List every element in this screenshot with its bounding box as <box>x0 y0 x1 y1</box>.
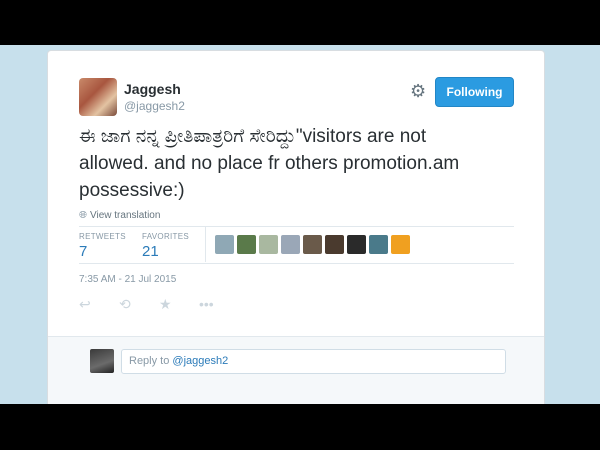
favoriter-avatar[interactable] <box>369 235 388 254</box>
favorite-icon[interactable]: ★ <box>159 296 199 313</box>
tweet-card: Jaggesh @jaggesh2 ⚙ Following ಈ ಜಾಗ ನನ್ನ… <box>47 50 545 404</box>
view-translation-label: View translation <box>90 210 161 221</box>
favoriter-avatar[interactable] <box>325 235 344 254</box>
globe-icon: 🌐︎ <box>79 210 87 221</box>
divider <box>79 263 514 264</box>
user-handle[interactable]: @jaggesh2 <box>124 99 185 113</box>
gear-icon[interactable]: ⚙ <box>410 82 426 100</box>
reply-mention: @jaggesh2 <box>172 355 229 367</box>
reply-icon[interactable]: ↩ <box>79 296 119 313</box>
reply-prefix: Reply to <box>129 355 173 367</box>
favorites-count[interactable]: 21 <box>142 243 159 260</box>
favoriter-avatar[interactable] <box>215 235 234 254</box>
following-button[interactable]: Following <box>435 77 514 107</box>
tweet-text: ಈ ಜಾಗ ನನ್ನ ಪ್ರೀತಿಪಾತ್ರರಿಗೆ ಸೇರಿದ್ದು"visi… <box>79 126 460 201</box>
user-name[interactable]: Jaggesh <box>124 81 181 97</box>
more-icon[interactable]: ••• <box>199 296 239 313</box>
favoriter-avatar[interactable] <box>259 235 278 254</box>
retweets-count[interactable]: 7 <box>79 243 87 260</box>
favoriter-avatar[interactable] <box>347 235 366 254</box>
reply-box: Reply to @jaggesh2 <box>48 336 544 404</box>
avatar[interactable] <box>79 78 117 116</box>
favoriter-avatar[interactable] <box>237 235 256 254</box>
retweet-icon[interactable]: ⟲ <box>119 296 159 313</box>
retweets-label[interactable]: RETWEETS <box>79 232 126 241</box>
favorites-label[interactable]: FAVORITES <box>142 232 189 241</box>
timestamp[interactable]: 7:35 AM - 21 Jul 2015 <box>79 274 176 285</box>
reply-input[interactable]: Reply to @jaggesh2 <box>121 349 506 374</box>
divider <box>79 226 514 227</box>
stats-separator <box>205 227 206 262</box>
favoriters-avatars <box>215 235 410 254</box>
page-background: Jaggesh @jaggesh2 ⚙ Following ಈ ಜಾಗ ನನ್ನ… <box>0 45 600 404</box>
tweet-actions: ↩ ⟲ ★ ••• <box>79 296 239 313</box>
current-user-avatar <box>90 349 114 373</box>
view-translation-link[interactable]: 🌐︎ View translation <box>79 210 160 221</box>
favoriter-avatar[interactable] <box>281 235 300 254</box>
favoriter-avatar[interactable] <box>391 235 410 254</box>
favoriter-avatar[interactable] <box>303 235 322 254</box>
